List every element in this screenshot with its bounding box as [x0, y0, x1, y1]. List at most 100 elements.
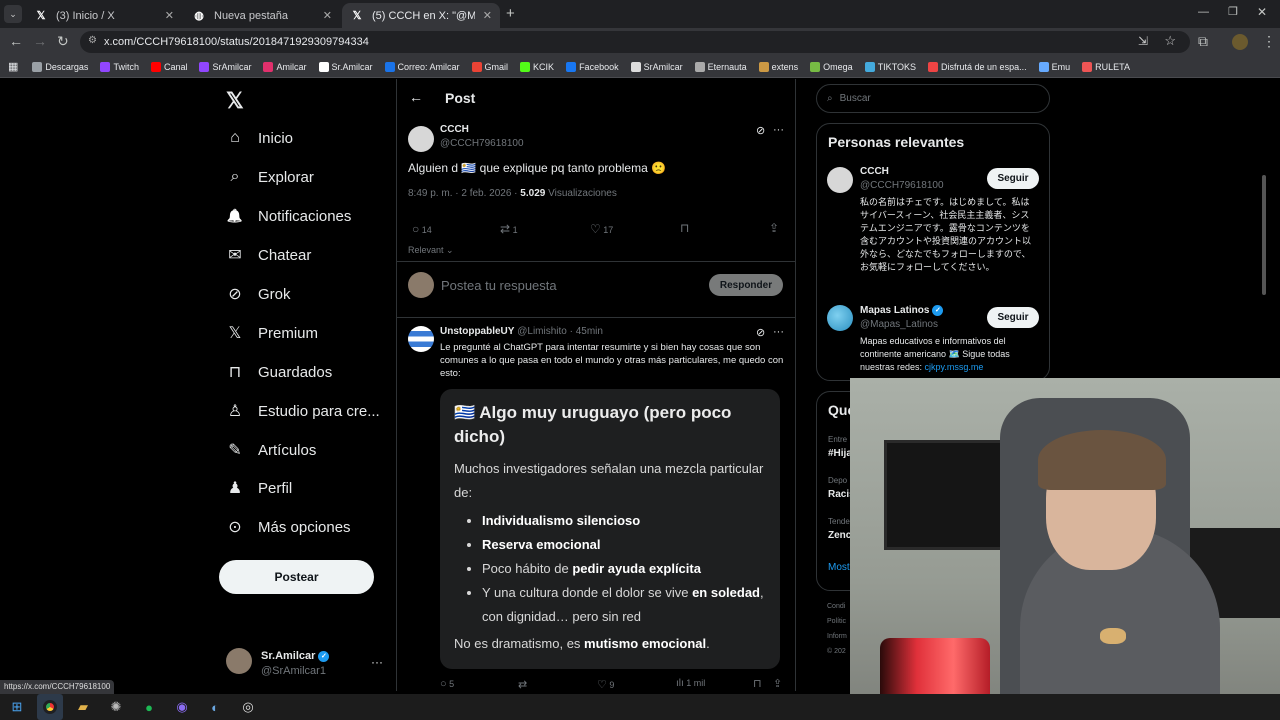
- reply-like-action[interactable]: ♡ 9: [597, 678, 614, 691]
- discord-icon[interactable]: ◉: [169, 694, 195, 720]
- reply-views-action[interactable]: ılı 1 mil: [676, 678, 705, 689]
- install-icon[interactable]: ⇲: [1138, 34, 1148, 48]
- bookmark-item[interactable]: SrAmilcar: [630, 61, 683, 72]
- obs-icon[interactable]: ◎: [235, 694, 261, 720]
- like-action[interactable]: ♡ 17: [590, 222, 613, 236]
- bookmark-item[interactable]: Descargas: [32, 61, 88, 72]
- bookmark-item[interactable]: Sr.Amilcar: [318, 61, 373, 72]
- bookmark-icon[interactable]: ⊓: [680, 221, 689, 235]
- sidebar-item-más-opciones[interactable]: ⊙ Más opciones: [226, 518, 350, 537]
- tab-search-icon[interactable]: ⌄: [4, 5, 22, 23]
- sidebar-item-grok[interactable]: ⊘ Grok: [226, 285, 290, 304]
- grok-icon[interactable]: ⊘: [756, 124, 765, 137]
- sidebar-item-chatear[interactable]: ✉ Chatear: [226, 246, 311, 265]
- bookmark-item[interactable]: Correo: Amilcar: [384, 61, 460, 72]
- apps-grid-icon[interactable]: ▦: [8, 60, 18, 73]
- profile-avatar[interactable]: [1232, 34, 1248, 50]
- bookmark-item[interactable]: Twitch: [100, 61, 139, 72]
- repost-action[interactable]: ⇄ 1: [500, 222, 518, 236]
- sort-dropdown[interactable]: Relevant ⌄: [408, 245, 454, 256]
- reply-author-name[interactable]: UnstoppableUY: [440, 326, 514, 337]
- account-avatar[interactable]: [226, 648, 252, 674]
- show-more-link[interactable]: Most: [828, 562, 850, 573]
- bookmark-item[interactable]: Emu: [1038, 61, 1070, 72]
- forward-icon[interactable]: →: [33, 33, 47, 49]
- search-input[interactable]: ⌕ Buscar: [816, 84, 1050, 113]
- bookmark-item[interactable]: KCIK: [520, 61, 554, 72]
- follow-button[interactable]: Seguir: [987, 307, 1039, 328]
- reply-action[interactable]: ○ 14: [412, 222, 432, 236]
- trend-name[interactable]: #Hija: [828, 448, 852, 459]
- bookmark-item[interactable]: Disfrutá de un espa...: [928, 61, 1027, 72]
- more-icon[interactable]: ···: [773, 326, 784, 338]
- grok-icon[interactable]: ⊘: [756, 326, 765, 339]
- share-icon[interactable]: ⇪: [769, 221, 779, 235]
- sidebar-item-artículos[interactable]: ✎ Artículos: [226, 441, 316, 460]
- back-icon[interactable]: ←: [9, 33, 23, 49]
- author-name[interactable]: CCCH: [440, 124, 469, 135]
- extensions-icon[interactable]: ⧉: [1198, 33, 1208, 50]
- reply-input[interactable]: Postea tu respuesta: [441, 278, 557, 293]
- share-icon[interactable]: ⇪: [773, 677, 782, 690]
- person-name[interactable]: CCCH: [860, 166, 889, 177]
- person-avatar[interactable]: [827, 167, 853, 193]
- restore-icon[interactable]: ❐: [1228, 5, 1238, 18]
- sidebar-item-estudio-para-cre[interactable]: ♙ Estudio para cre...: [226, 402, 380, 421]
- sidebar-item-guardados[interactable]: ⊓ Guardados: [226, 363, 332, 382]
- bookmark-icon[interactable]: ⊓: [753, 677, 762, 690]
- chatgpt-card[interactable]: 🇺🇾 Algo muy uruguayo (pero poco dicho) M…: [440, 389, 780, 669]
- person-name[interactable]: Mapas Latinos ✓: [860, 305, 944, 316]
- bookmark-item[interactable]: extens: [758, 61, 798, 72]
- bookmark-item[interactable]: Canal: [150, 61, 187, 72]
- person-avatar[interactable]: [827, 305, 853, 331]
- tab-nueva[interactable]: ◍ Nueva pestaña ✕: [184, 3, 340, 28]
- sidebar-item-perfil[interactable]: ♟ Perfil: [226, 479, 292, 498]
- app-icon[interactable]: ✺: [103, 694, 129, 720]
- account-name[interactable]: Sr.Amilcar ✓: [261, 650, 330, 662]
- close-window-icon[interactable]: ✕: [1257, 5, 1267, 19]
- sidebar-item-notificaciones[interactable]: 🔔 Notificaciones: [226, 207, 351, 225]
- person-handle[interactable]: @Mapas_Latinos: [860, 319, 938, 330]
- steam-icon[interactable]: ◐: [202, 694, 228, 720]
- site-info-icon[interactable]: ⚙: [88, 35, 97, 46]
- more-icon[interactable]: ···: [773, 124, 784, 136]
- back-arrow-icon[interactable]: ←: [409, 89, 423, 105]
- post-button[interactable]: Postear: [219, 560, 374, 594]
- account-more-icon[interactable]: ···: [371, 655, 383, 669]
- reload-icon[interactable]: ↻: [57, 33, 69, 50]
- person-handle[interactable]: @CCCH79618100: [860, 180, 944, 191]
- url-bar[interactable]: ⚙ x.com/CCCH79618100/status/201847192930…: [80, 31, 1190, 53]
- follow-button[interactable]: Seguir: [987, 168, 1039, 189]
- bookmark-item[interactable]: Gmail: [471, 61, 508, 72]
- sidebar-item-inicio[interactable]: ⌂ Inicio: [226, 129, 293, 147]
- close-icon[interactable]: ✕: [483, 9, 492, 22]
- author-handle[interactable]: @CCCH79618100: [440, 138, 524, 149]
- sidebar-item-premium[interactable]: 𝕏 Premium: [226, 324, 318, 343]
- reply-author-avatar[interactable]: [408, 326, 434, 352]
- bookmark-item[interactable]: Omega: [810, 61, 853, 72]
- x-logo-icon[interactable]: 𝕏: [226, 88, 244, 114]
- bookmark-item[interactable]: Eternauta: [694, 61, 747, 72]
- bookmark-star-icon[interactable]: ☆: [1164, 33, 1176, 49]
- windows-start-icon[interactable]: ⊞: [4, 694, 30, 720]
- close-icon[interactable]: ✕: [323, 9, 332, 22]
- trend-name[interactable]: Zenc: [828, 530, 851, 541]
- scrollbar[interactable]: [1262, 175, 1266, 295]
- bookmark-item[interactable]: RULETA: [1082, 61, 1130, 72]
- bookmark-item[interactable]: Facebook: [566, 61, 619, 72]
- minimize-icon[interactable]: —: [1198, 6, 1209, 18]
- tab-inicio[interactable]: 𝕏 (3) Inicio / X ✕: [26, 3, 182, 28]
- bookmark-item[interactable]: SrAmilcar: [199, 61, 251, 72]
- reply-submit-button[interactable]: Responder: [709, 274, 783, 296]
- new-tab-icon[interactable]: +: [506, 5, 515, 22]
- close-icon[interactable]: ✕: [165, 9, 174, 22]
- bookmark-item[interactable]: TIKTOKS: [864, 61, 916, 72]
- repost-icon[interactable]: ⇄: [518, 678, 527, 691]
- bookmark-item[interactable]: Amilcar: [263, 61, 307, 72]
- chrome-icon[interactable]: [37, 694, 63, 720]
- spotify-icon[interactable]: ●: [136, 694, 162, 720]
- menu-kebab-icon[interactable]: ⋮: [1262, 33, 1276, 50]
- sidebar-item-explorar[interactable]: ⌕ Explorar: [226, 168, 314, 186]
- bio-link[interactable]: cjkpy.mssg.me: [925, 362, 984, 372]
- tab-ccch[interactable]: 𝕏(5) CCCH en X: "@Mapas_Latin…✕: [342, 3, 500, 28]
